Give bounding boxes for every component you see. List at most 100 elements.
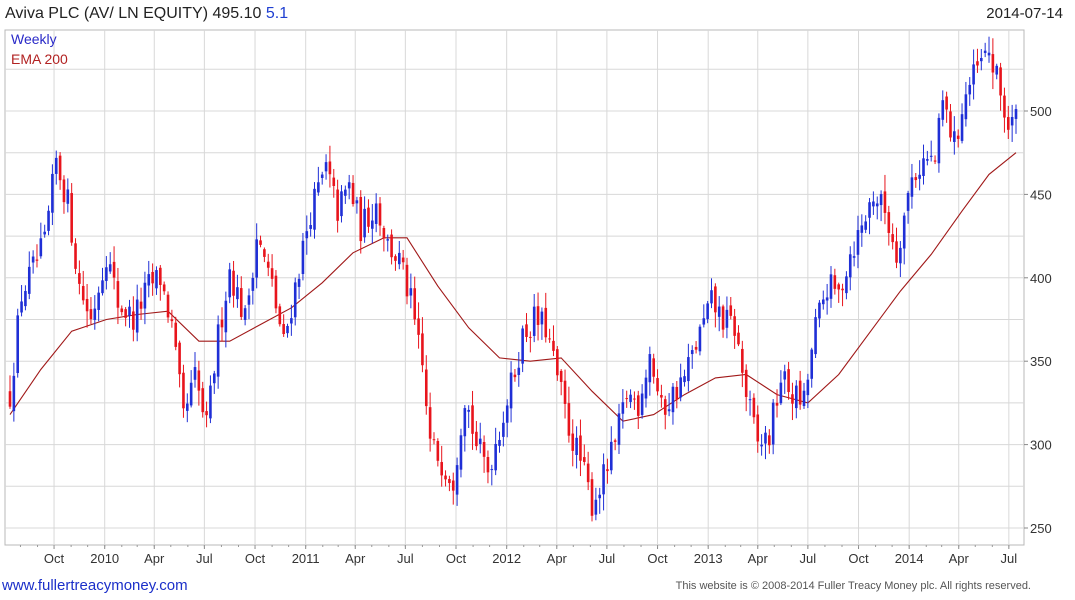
candle-down-body — [791, 394, 794, 404]
candle-up-body — [818, 302, 821, 319]
candle-up-body — [186, 403, 189, 411]
candle-up-body — [771, 402, 775, 445]
website-link[interactable]: www.fullertreacymoney.com — [2, 577, 188, 594]
candle-down-body — [752, 397, 756, 418]
candle-down-body — [266, 261, 270, 268]
candle-down-body — [756, 414, 760, 442]
candle-up-body — [355, 200, 359, 204]
candle-down-body — [660, 394, 663, 398]
candle-down-body — [382, 228, 386, 239]
candle-up-body — [690, 350, 694, 355]
candle-up-body — [845, 276, 848, 294]
candle-up-body — [980, 57, 983, 62]
candle-up-body — [301, 240, 305, 275]
candle-down-body — [768, 435, 771, 446]
candle-down-body — [259, 240, 262, 245]
candle-down-body — [112, 261, 116, 278]
candle-up-body — [467, 409, 470, 412]
candle-down-body — [486, 456, 490, 473]
candle-up-body — [972, 64, 975, 85]
candle-up-body — [255, 239, 258, 278]
candle-up-body — [725, 309, 729, 328]
x-tick-label: Jul — [196, 551, 213, 566]
candle-up-body — [286, 325, 289, 334]
candle-up-body — [806, 379, 810, 396]
candle-up-body — [783, 371, 787, 380]
candle-up-body — [964, 94, 968, 120]
x-tick-label: Apr — [144, 551, 165, 566]
candle-up-body — [995, 65, 999, 75]
candle-up-body — [43, 231, 46, 235]
candle-up-body — [12, 375, 16, 412]
y-tick-label: 250 — [1030, 521, 1052, 536]
candle-up-body — [39, 238, 43, 257]
candle-down-body — [359, 196, 363, 242]
candle-down-body — [74, 243, 77, 269]
candle-up-body — [247, 295, 251, 305]
candle-down-body — [633, 398, 636, 400]
candle-down-body — [729, 305, 733, 316]
candle-up-body — [953, 131, 956, 143]
candle-down-body — [787, 369, 790, 393]
candle-down-body — [139, 301, 143, 309]
candle-up-body — [502, 422, 505, 437]
candle-up-body — [594, 499, 598, 515]
x-axis: Oct 2010 Apr Jul Oct 2011 Apr Jul Oct 2012 Apr Jul O… — [19, 545, 1017, 566]
candle-up-body — [236, 287, 239, 300]
candle-down-body — [663, 399, 667, 415]
plot-frame — [4, 29, 1025, 546]
candle-up-body — [20, 301, 23, 313]
candle-up-body — [702, 318, 706, 325]
candle-down-body — [586, 463, 590, 483]
candle-up-body — [27, 266, 31, 294]
candle-up-body — [814, 317, 817, 355]
candle-up-body — [459, 435, 463, 470]
candle-up-body — [810, 349, 814, 379]
legend-weekly: Weekly — [11, 31, 57, 47]
x-tick-label: Jul — [397, 551, 414, 566]
candle-down-body — [613, 440, 617, 442]
candle-up-body — [706, 303, 709, 320]
price-chart: 250 300 350 400 450 500 Oct 2010 Apr Jul Oct 2011 A… — [4, 29, 1052, 566]
x-tick-label: 2014 — [895, 551, 924, 566]
candle-down-body — [162, 284, 166, 292]
candle-up-body — [228, 269, 232, 298]
candle-down-body — [721, 306, 725, 330]
candle-down-body — [567, 403, 571, 436]
candle-up-body — [297, 278, 301, 287]
candle-down-body — [945, 96, 948, 110]
candle-down-body — [636, 395, 640, 416]
candle-down-body — [270, 268, 274, 279]
candle-down-body — [841, 288, 844, 291]
candle-down-body — [351, 182, 355, 205]
candle-down-body — [444, 475, 447, 480]
candle-down-body — [182, 372, 185, 409]
candle-up-body — [16, 315, 20, 374]
candle-down-body — [675, 386, 679, 400]
candle-down-body — [405, 264, 409, 297]
candle-down-body — [949, 111, 952, 138]
candle-down-body — [394, 256, 397, 261]
candle-up-body — [644, 377, 648, 399]
candle-down-body — [70, 193, 73, 243]
candle-down-body — [282, 324, 285, 335]
candle-down-body — [571, 433, 575, 451]
candle-up-body — [926, 159, 929, 161]
x-tick-label: Jul — [599, 551, 616, 566]
candle-up-body — [189, 382, 193, 406]
candle-down-body — [606, 469, 609, 472]
candle-up-body — [243, 308, 247, 320]
candle-down-body — [432, 439, 436, 441]
candle-up-body — [409, 288, 413, 296]
candle-down-body — [733, 316, 736, 336]
candle-down-body — [933, 160, 937, 162]
candle-up-body — [320, 174, 324, 178]
y-tick-label: 350 — [1030, 354, 1052, 369]
x-tick-label: Apr — [547, 551, 568, 566]
candle-down-body — [390, 234, 393, 258]
candle-up-body — [216, 324, 220, 377]
candle-up-body — [983, 50, 987, 53]
candle-down-body — [78, 273, 81, 284]
candle-down-body — [174, 322, 178, 347]
candle-up-body — [710, 290, 713, 304]
